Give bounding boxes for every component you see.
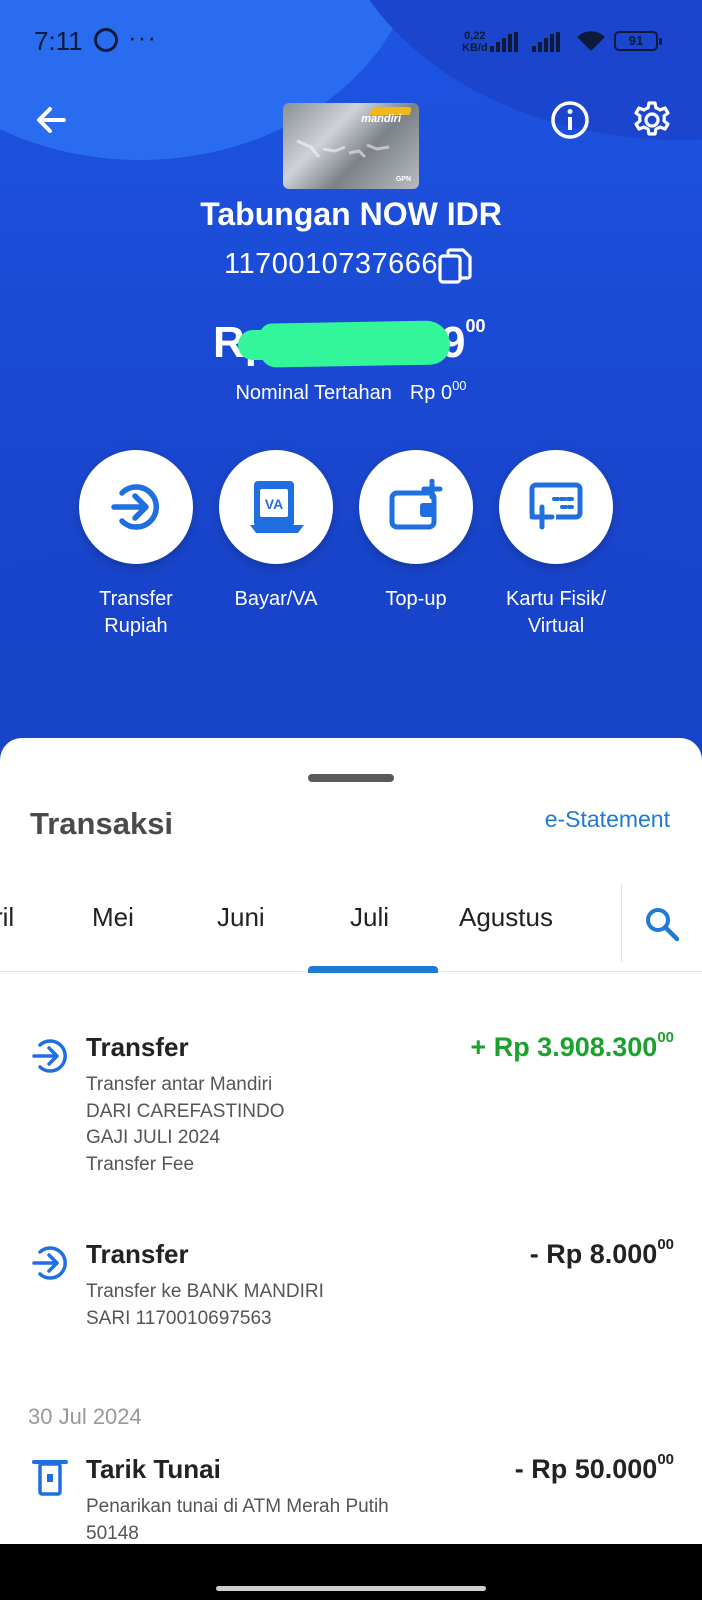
transaction-title: Transfer <box>86 1239 189 1269</box>
battery-icon: 91 <box>614 31 662 51</box>
month-tabs: ril Mei Juni Juli Agustus <box>0 864 702 973</box>
action-top-up[interactable]: Top-up <box>358 450 474 613</box>
copy-icon[interactable] <box>438 248 472 286</box>
transfer-arrow-icon <box>111 484 160 530</box>
wallet-plus-icon <box>389 479 443 530</box>
svg-text:VA: VA <box>265 496 283 512</box>
more-notifications-icon: ··· <box>128 22 157 52</box>
atm-withdrawal-icon <box>32 1460 68 1496</box>
card-network: GPN <box>395 176 411 183</box>
account-number: 1170010737666 <box>224 248 439 280</box>
action-label: Kartu Fisik/ Virtual <box>505 588 607 637</box>
transaction-description: Transfer antar Mandiri DARI CAREFASTINDO… <box>86 1074 285 1175</box>
home-gesture-bar[interactable] <box>216 1586 486 1591</box>
transactions-title: Transaksi <box>30 806 174 841</box>
network-speed: 0,22 KB/d <box>462 30 488 54</box>
redaction-mark <box>259 320 451 368</box>
action-kartu-fisik-virtual[interactable]: Kartu Fisik/ Virtual <box>498 450 614 640</box>
held-amount-label: Nominal Tertahan <box>235 382 392 404</box>
transaction-amount: - Rp 50.00000 <box>514 1451 674 1484</box>
tab-mei[interactable]: Mei <box>92 902 134 933</box>
action-button[interactable] <box>499 450 613 564</box>
va-bill-icon: VA <box>250 481 304 533</box>
signal-icon <box>490 32 518 52</box>
card-brand: mandiri <box>361 113 401 125</box>
status-bar: 7:11 ··· 0,22 KB/d 91 <box>0 0 702 84</box>
gear-icon[interactable] <box>630 98 674 142</box>
action-button[interactable]: VA <box>219 450 333 564</box>
date-separator: 30 Jul 2024 <box>28 1404 142 1429</box>
transfer-icon <box>32 1246 67 1280</box>
estatement-link[interactable]: e-Statement <box>545 806 670 833</box>
action-button[interactable] <box>359 450 473 564</box>
transaction-amount: - Rp 8.00000 <box>529 1236 674 1269</box>
debit-card-image: mandiri GPN <box>283 103 419 189</box>
card-plus-icon <box>529 482 583 530</box>
action-transfer-rupiah[interactable]: Transfer Rupiah <box>78 450 194 640</box>
active-tab-indicator <box>308 966 438 973</box>
transaction-description: Transfer ke BANK MANDIRI SARI 1170010697… <box>86 1281 324 1329</box>
action-label: Bayar/VA <box>234 588 318 610</box>
tab-juni[interactable]: Juni <box>217 902 265 933</box>
system-navigation-bar <box>0 1544 702 1600</box>
tab-april[interactable]: ril <box>0 902 14 933</box>
search-icon[interactable] <box>644 906 680 942</box>
account-name: Tabungan NOW IDR <box>200 196 502 232</box>
indonesia-map-graphic <box>296 139 390 159</box>
transactions-sheet: Transaksi e-Statement ril Mei Juni Juli … <box>0 738 702 1544</box>
transaction-description: Penarikan tunai di ATM Merah Putih 50148 <box>86 1496 389 1544</box>
sheet-drag-handle[interactable] <box>308 774 394 782</box>
transfer-icon <box>32 1039 67 1073</box>
transaction-amount: + Rp 3.908.30000 <box>470 1029 674 1062</box>
info-icon[interactable] <box>548 98 592 142</box>
tab-juli[interactable]: Juli <box>350 902 389 933</box>
action-button[interactable] <box>79 450 193 564</box>
signal-icon <box>532 32 560 52</box>
held-amount-value: Rp 0 <box>409 382 453 404</box>
held-amount: Nominal Tertahan Rp 000 <box>235 378 467 404</box>
clock: 7:11 <box>34 26 83 56</box>
divider <box>621 884 622 962</box>
action-label: Transfer Rupiah <box>99 588 173 637</box>
whatsapp-icon <box>94 28 118 52</box>
tab-agustus[interactable]: Agustus <box>459 902 553 933</box>
transaction-title: Tarik Tunai <box>86 1454 221 1484</box>
action-bayar-va[interactable]: VA Bayar/VA <box>218 450 334 613</box>
transaction-title: Transfer <box>86 1032 189 1062</box>
back-arrow-icon[interactable] <box>30 98 74 142</box>
quick-actions: Transfer Rupiah VA Bayar/VA Top-up Kartu… <box>78 450 626 650</box>
action-label: Top-up <box>385 588 447 610</box>
wifi-icon <box>577 31 605 51</box>
